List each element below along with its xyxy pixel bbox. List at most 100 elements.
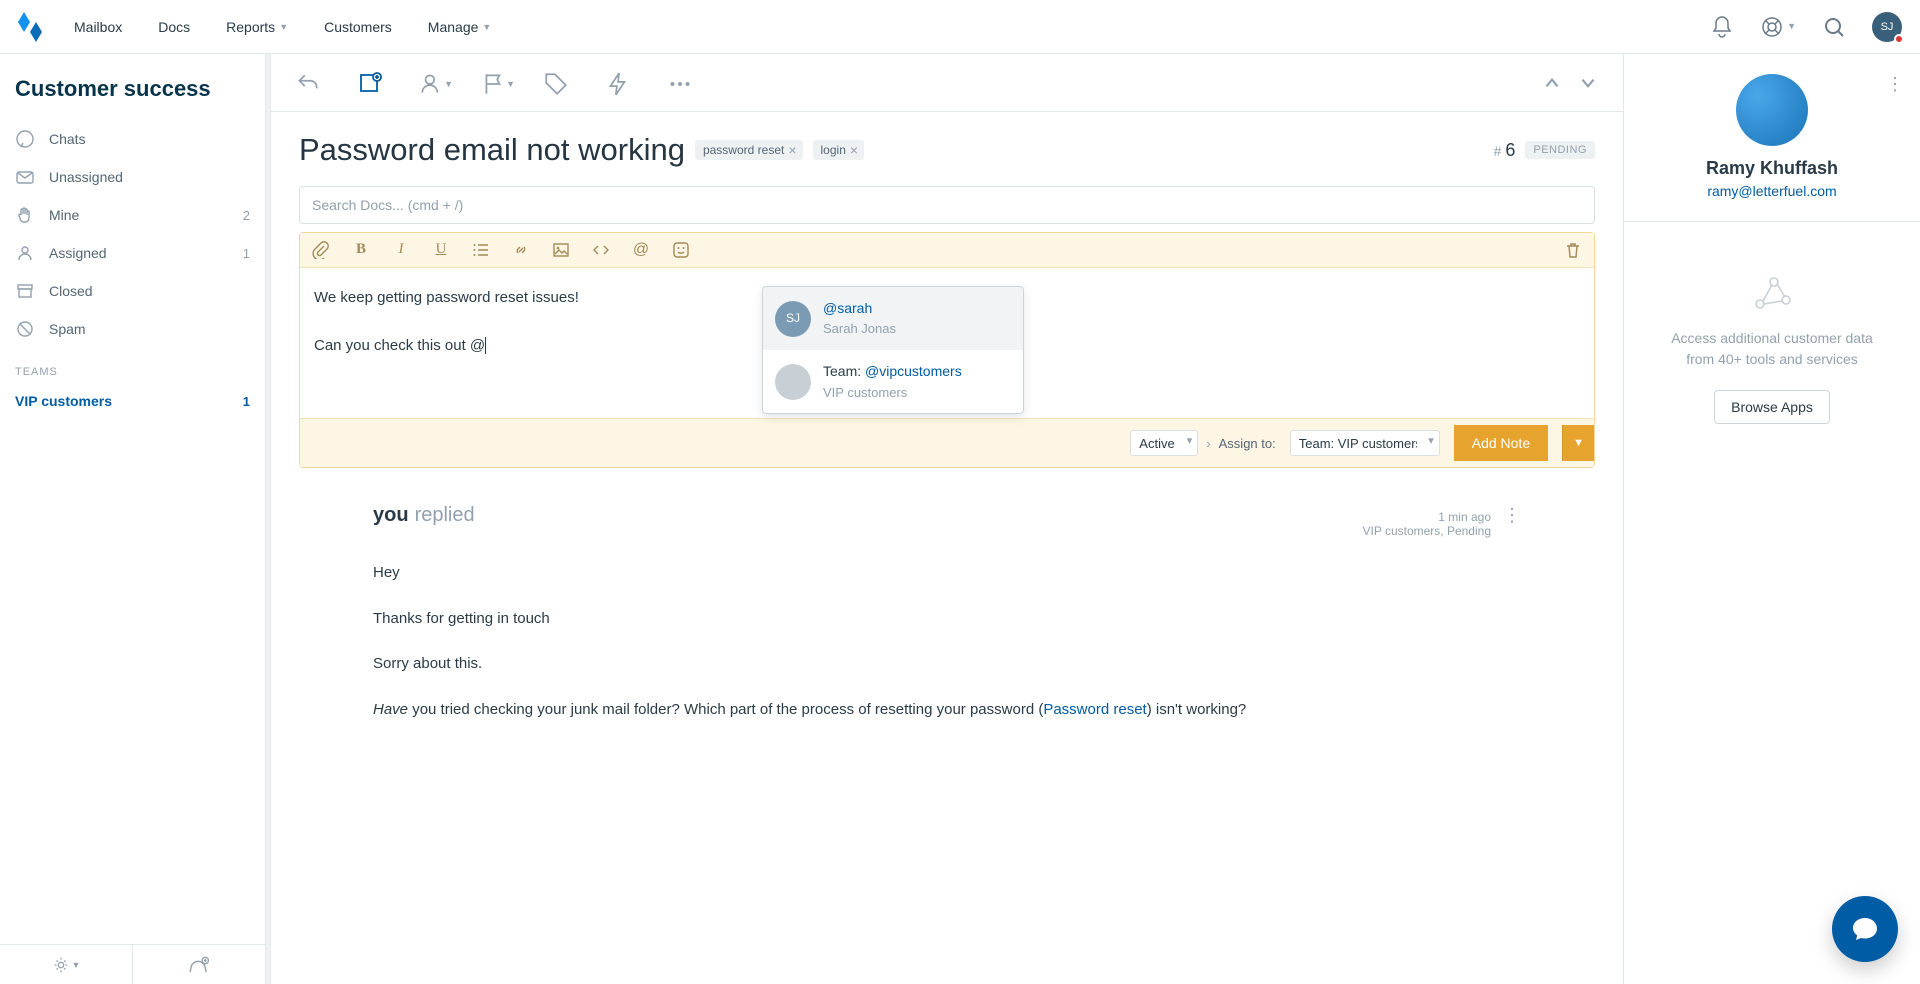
ban-icon bbox=[15, 319, 35, 339]
ticket-tag[interactable]: login× bbox=[813, 140, 865, 160]
sidebar-item-unassigned[interactable]: Unassigned bbox=[0, 158, 265, 196]
sidebar-item-vip-customers[interactable]: VIP customers 1 bbox=[0, 384, 265, 418]
bell-icon[interactable] bbox=[1710, 15, 1734, 39]
mention-name: Sarah Jonas bbox=[823, 319, 896, 340]
sidebar-item-closed[interactable]: Closed bbox=[0, 272, 265, 310]
sidebar-item-spam[interactable]: Spam bbox=[0, 310, 265, 348]
hand-icon bbox=[15, 205, 35, 225]
mail-icon bbox=[15, 167, 35, 187]
chat-icon bbox=[15, 129, 35, 149]
avatar: SJ bbox=[775, 301, 811, 337]
mailbox-title: Customer success bbox=[0, 54, 265, 120]
undo-icon[interactable] bbox=[295, 71, 321, 95]
mention-handle: @vipcustomers bbox=[865, 363, 962, 379]
password-reset-link[interactable]: Password reset bbox=[1043, 701, 1146, 718]
assign-select[interactable]: Team: VIP customers bbox=[1290, 430, 1440, 456]
caret-down-icon: ▼ bbox=[279, 22, 288, 32]
mention-handle: @sarah bbox=[823, 300, 872, 316]
attach-icon[interactable] bbox=[312, 241, 330, 259]
status-select[interactable]: Active bbox=[1130, 430, 1198, 456]
caret-down-icon: ▼ bbox=[482, 22, 491, 32]
assign-icon[interactable]: ▼ bbox=[419, 71, 445, 95]
ticket-number: # 6 bbox=[1494, 140, 1516, 161]
customer-menu-icon[interactable]: ⋮ bbox=[1886, 74, 1904, 95]
sidebar-item-mine[interactable]: Mine 2 bbox=[0, 196, 265, 234]
nav-customers[interactable]: Customers bbox=[324, 19, 392, 35]
compose-note: B I U @ We keep getting password reset i… bbox=[299, 232, 1595, 468]
tag-icon[interactable] bbox=[543, 71, 569, 95]
sidebar-item-assigned[interactable]: Assigned 1 bbox=[0, 234, 265, 272]
avatar-initials: SJ bbox=[1881, 21, 1894, 33]
current-user-avatar[interactable]: SJ bbox=[1872, 12, 1902, 42]
customer-email[interactable]: ramy@letterfuel.com bbox=[1707, 183, 1836, 199]
code-icon[interactable] bbox=[592, 241, 610, 259]
apps-description: Access additional customer datafrom 40+ … bbox=[1651, 312, 1893, 390]
mention-dropdown: SJ @sarah Sarah Jonas Team: @vipcustomer… bbox=[762, 286, 1024, 414]
nav-mailbox[interactable]: Mailbox bbox=[74, 19, 122, 35]
sidebar-item-label: Assigned bbox=[49, 245, 107, 261]
reply-time: 1 min ago bbox=[1362, 510, 1491, 524]
next-ticket-button[interactable] bbox=[1577, 72, 1599, 94]
assign-to-label: Assign to: bbox=[1219, 436, 1276, 451]
ticket-tag[interactable]: password reset× bbox=[695, 140, 803, 160]
image-icon[interactable] bbox=[552, 241, 570, 259]
caret-down-icon: ▼ bbox=[506, 79, 515, 89]
caret-down-icon: ▼ bbox=[1787, 21, 1796, 31]
chat-fab[interactable] bbox=[1832, 896, 1898, 962]
add-note-dropdown[interactable]: ▼ bbox=[1562, 425, 1594, 461]
mention-label: Team: bbox=[823, 363, 865, 379]
reply-menu-icon[interactable]: ⋮ bbox=[1503, 505, 1521, 526]
nav-manage[interactable]: Manage▼ bbox=[428, 19, 492, 35]
sidebar-item-label: Unassigned bbox=[49, 169, 123, 185]
emoji-icon[interactable] bbox=[672, 241, 690, 259]
status-indicator bbox=[1894, 34, 1904, 44]
underline-icon[interactable]: U bbox=[432, 241, 450, 259]
workflow-icon[interactable] bbox=[605, 71, 631, 95]
list-icon[interactable] bbox=[472, 241, 490, 259]
link-icon[interactable] bbox=[512, 241, 530, 259]
sidebar-item-label: Spam bbox=[49, 321, 86, 337]
reply-paragraph: Sorry about this. bbox=[373, 651, 1521, 677]
customer-avatar[interactable] bbox=[1736, 74, 1808, 146]
bold-icon[interactable]: B bbox=[352, 241, 370, 259]
mention-option-team[interactable]: Team: @vipcustomers VIP customers bbox=[763, 350, 1023, 413]
reply-paragraph: Thanks for getting in touch bbox=[373, 606, 1521, 632]
discard-icon[interactable] bbox=[1564, 241, 1582, 259]
sidebar-new-button[interactable] bbox=[133, 945, 265, 984]
nav-docs[interactable]: Docs bbox=[158, 19, 190, 35]
arrow-right-icon: › bbox=[1206, 436, 1210, 451]
nav-reports[interactable]: Reports▼ bbox=[226, 19, 288, 35]
compose-line: Can you check this out bbox=[314, 337, 470, 354]
search-docs-input[interactable] bbox=[299, 186, 1595, 224]
more-icon[interactable] bbox=[667, 71, 693, 95]
sidebar-settings-button[interactable]: ▼ bbox=[0, 945, 133, 984]
sidebar-item-label: Chats bbox=[49, 131, 86, 147]
tag-remove-icon[interactable]: × bbox=[850, 142, 858, 158]
helpscout-logo[interactable] bbox=[18, 12, 42, 42]
tag-remove-icon[interactable]: × bbox=[788, 142, 796, 158]
italic-icon[interactable]: I bbox=[392, 241, 410, 259]
mention-option-user[interactable]: SJ @sarah Sarah Jonas bbox=[763, 287, 1023, 350]
caret-down-icon: ▼ bbox=[444, 79, 453, 89]
avatar bbox=[775, 364, 811, 400]
compose-textarea[interactable]: We keep getting password reset issues! C… bbox=[300, 268, 1594, 418]
prev-ticket-button[interactable] bbox=[1541, 72, 1563, 94]
sidebar-item-count: 2 bbox=[243, 208, 250, 223]
add-note-button[interactable]: Add Note bbox=[1454, 425, 1548, 461]
sidebar-item-chats[interactable]: Chats bbox=[0, 120, 265, 158]
lifesaver-icon[interactable]: ▼ bbox=[1760, 15, 1784, 39]
sidebar-item-label: Mine bbox=[49, 207, 79, 223]
sidebar-item-label: VIP customers bbox=[15, 393, 112, 409]
note-icon[interactable] bbox=[357, 71, 383, 95]
mention-name: VIP customers bbox=[823, 383, 962, 404]
search-icon[interactable] bbox=[1822, 15, 1846, 39]
caret-down-icon: ▼ bbox=[72, 960, 81, 970]
reply-paragraph: Hey bbox=[373, 560, 1521, 586]
status-flag-icon[interactable]: ▼ bbox=[481, 71, 507, 95]
reply-paragraph: Have you tried checking your junk mail f… bbox=[373, 697, 1521, 723]
mention-icon[interactable]: @ bbox=[632, 241, 650, 259]
browse-apps-button[interactable]: Browse Apps bbox=[1714, 390, 1830, 424]
sidebar-item-count: 1 bbox=[243, 246, 250, 261]
sidebar-item-label: Closed bbox=[49, 283, 93, 299]
person-icon bbox=[15, 243, 35, 263]
